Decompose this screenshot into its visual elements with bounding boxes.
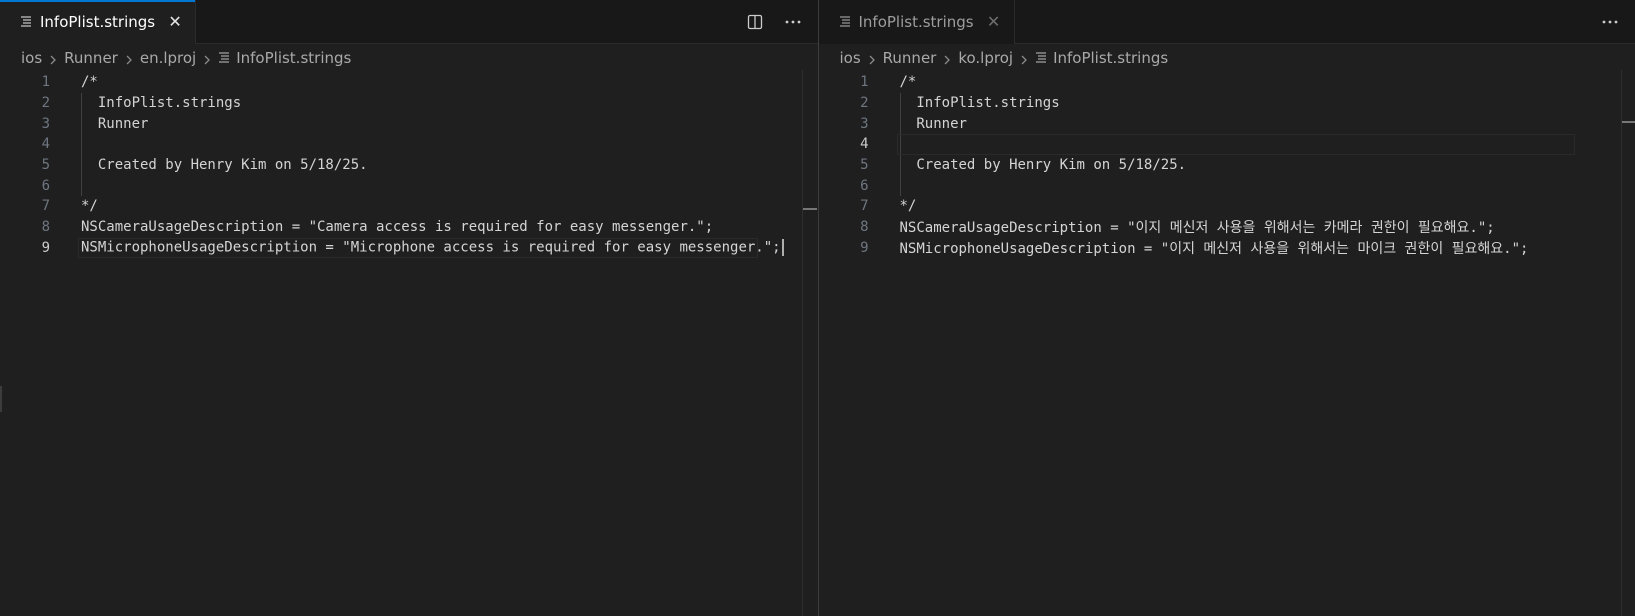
vertical-scrollbar[interactable] — [1620, 70, 1635, 616]
lines-file-icon — [218, 49, 230, 67]
line-number: 9 — [41, 239, 50, 256]
line-text: /* — [899, 74, 917, 91]
breadcrumb-item[interactable]: Runner — [64, 49, 118, 67]
code-line[interactable]: 8 NSCameraUsageDescription = "Camera acce… — [0, 217, 818, 238]
tab-label: InfoPlist.strings — [40, 13, 156, 31]
line-text: /* — [81, 74, 98, 91]
line-number: 4 — [860, 136, 869, 153]
line-number: 2 — [860, 95, 869, 112]
chevron-right-icon — [867, 52, 877, 65]
split-editor-icon[interactable] — [744, 11, 766, 33]
tab-label: InfoPlist.strings — [858, 13, 974, 31]
code-line[interactable]: 1 /* — [0, 72, 818, 93]
code-line[interactable]: 8 NSCameraUsageDescription = "이지 메신저 사용을 … — [819, 217, 1635, 238]
chevron-right-icon — [124, 52, 134, 65]
line-number: 9 — [860, 239, 869, 256]
line-text: NSCameraUsageDescription = "Camera acces… — [81, 219, 714, 236]
chevron-right-icon — [48, 52, 58, 65]
overview-ruler-mark — [803, 208, 817, 210]
code-line[interactable]: 6 — [819, 175, 1635, 196]
editor-pane-right: InfoPlist.strings ✕ ios Runner ko.lproj … — [818, 0, 1635, 616]
code-line[interactable]: 6 — [0, 175, 818, 196]
more-actions-icon[interactable] — [782, 11, 804, 33]
sash-handle[interactable] — [0, 386, 2, 412]
vertical-scrollbar[interactable] — [802, 70, 817, 616]
code-line-current[interactable]: 9 NSMicrophoneUsageDescription = "Microph… — [0, 237, 818, 259]
line-number: 5 — [860, 157, 869, 174]
tab-bar-right: InfoPlist.strings ✕ — [818, 0, 1635, 44]
code-line[interactable]: 3 Runner — [819, 113, 1635, 134]
line-number: 7 — [41, 198, 50, 215]
line-number: 1 — [41, 74, 50, 91]
more-actions-icon[interactable] — [1599, 11, 1621, 33]
tab-infoplist-en[interactable]: InfoPlist.strings ✕ — [0, 0, 197, 44]
line-text: */ — [81, 198, 98, 215]
breadcrumb-right: ios Runner ko.lproj InfoPlist.strings — [819, 44, 1635, 72]
line-text: Runner — [899, 115, 967, 132]
chevron-right-icon — [1019, 52, 1029, 65]
line-number: 5 — [41, 157, 50, 174]
line-number: 2 — [41, 95, 50, 112]
code-line[interactable]: 7 */ — [0, 196, 818, 217]
line-number: 7 — [860, 198, 869, 215]
line-number: 8 — [860, 219, 869, 236]
code-line[interactable]: 9 NSMicrophoneUsageDescription = "이지 메신저 … — [819, 238, 1635, 259]
line-text: Created by Henry Kim on 5/18/25. — [81, 157, 368, 174]
code-editor-left[interactable]: 1 /* 2 InfoPlist.strings 3 Runner 4 5 Cre… — [0, 72, 818, 616]
line-text: NSMicrophoneUsageDescription = "Micropho… — [81, 239, 784, 257]
lines-file-icon — [839, 13, 851, 31]
line-text: InfoPlist.strings — [899, 95, 1060, 112]
breadcrumb-item[interactable]: en.lproj — [140, 49, 196, 67]
breadcrumb-item[interactable]: InfoPlist.strings — [1053, 49, 1168, 67]
close-icon[interactable]: ✕ — [986, 14, 1002, 30]
line-number: 3 — [41, 115, 50, 132]
breadcrumb-item[interactable]: InfoPlist.strings — [236, 49, 351, 67]
breadcrumb-item[interactable]: ios — [21, 49, 42, 67]
line-text: Created by Henry Kim on 5/18/25. — [899, 157, 1187, 174]
line-text: NSCameraUsageDescription = "이지 메신저 사용을 위… — [899, 220, 1495, 237]
code-line[interactable]: 2 InfoPlist.strings — [819, 93, 1635, 114]
code-line[interactable]: 2 InfoPlist.strings — [0, 93, 818, 114]
close-icon[interactable]: ✕ — [167, 14, 183, 30]
code-line[interactable]: 7 */ — [819, 196, 1635, 217]
breadcrumb-item[interactable]: ios — [840, 49, 861, 67]
code-line[interactable]: 1 /* — [819, 72, 1635, 93]
line-number: 3 — [860, 115, 869, 132]
tab-bar-left: InfoPlist.strings ✕ — [0, 0, 818, 44]
tab-actions-right — [1599, 0, 1621, 44]
code-line[interactable]: 5 Created by Henry Kim on 5/18/25. — [0, 155, 818, 176]
line-text: Runner — [81, 115, 149, 132]
line-text: NSMicrophoneUsageDescription = "이지 메신저 사… — [899, 240, 1529, 257]
breadcrumb-item[interactable]: ko.lproj — [958, 49, 1013, 67]
lines-file-icon — [1035, 49, 1047, 67]
editor-group-container: InfoPlist.strings ✕ ios Runner en.lproj … — [0, 0, 1635, 616]
line-number: 6 — [41, 177, 50, 194]
breadcrumb-item[interactable]: Runner — [883, 49, 937, 67]
line-text: InfoPlist.strings — [81, 95, 242, 112]
code-line[interactable]: 3 Runner — [0, 113, 818, 134]
lines-file-icon — [20, 13, 32, 31]
editor-pane-left: InfoPlist.strings ✕ ios Runner en.lproj … — [0, 0, 818, 616]
line-number: 6 — [860, 177, 869, 194]
tab-infoplist-ko[interactable]: InfoPlist.strings ✕ — [818, 0, 1015, 44]
line-text: */ — [899, 198, 917, 215]
line-number: 4 — [41, 136, 50, 153]
code-line[interactable]: 5 Created by Henry Kim on 5/18/25. — [819, 155, 1635, 176]
code-editor-right[interactable]: 1 /* 2 InfoPlist.strings 3 Runner 4 5 Cre… — [819, 72, 1635, 616]
code-line-current[interactable]: 4 — [819, 134, 1635, 155]
line-number: 1 — [860, 74, 869, 91]
overview-ruler-mark — [1621, 121, 1635, 123]
text-cursor — [781, 239, 784, 257]
breadcrumb-left: ios Runner en.lproj InfoPlist.strings — [0, 44, 818, 72]
chevron-right-icon — [942, 52, 952, 65]
line-number: 8 — [41, 219, 50, 236]
chevron-right-icon — [202, 52, 212, 65]
tab-actions-left — [744, 0, 804, 44]
code-line[interactable]: 4 — [0, 134, 818, 155]
